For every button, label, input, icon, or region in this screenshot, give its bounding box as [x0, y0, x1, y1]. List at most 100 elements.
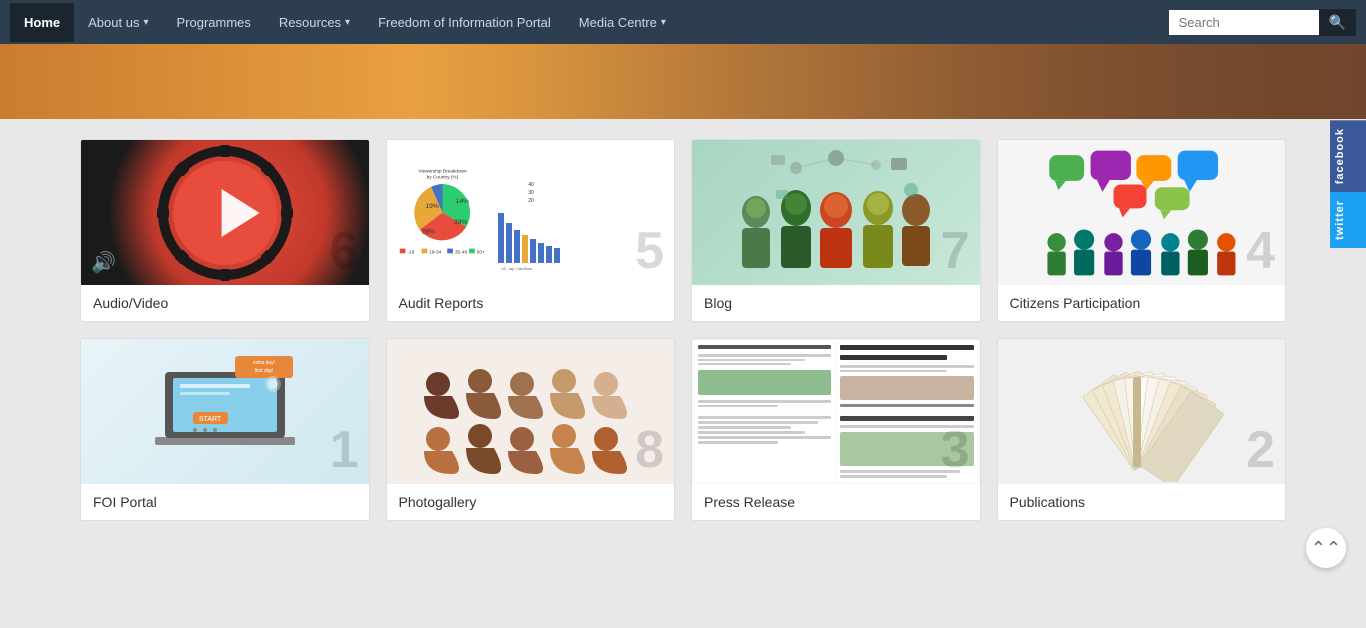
svg-text:18-34: 18-34	[429, 249, 442, 255]
press-line	[698, 431, 805, 434]
citizen-background	[998, 140, 1286, 285]
press-line	[840, 425, 973, 428]
svg-text:28%: 28%	[421, 228, 434, 235]
card-audit-reports[interactable]: Viewership Breakdown by Country (%) 14%	[386, 139, 676, 322]
search-input[interactable]	[1169, 10, 1319, 35]
press-line	[840, 475, 947, 478]
card-audio-video[interactable]: 🔊 6 Audio/Video	[80, 139, 370, 322]
pub-background	[998, 339, 1286, 484]
svg-text:39%: 39%	[453, 219, 466, 226]
card-img-press: 3	[692, 339, 980, 484]
press-line	[840, 404, 973, 407]
press-line	[698, 400, 831, 402]
press-line	[698, 405, 778, 407]
nav-item-resources[interactable]: Resources ▾	[265, 3, 364, 42]
press-cell-2	[836, 341, 977, 411]
card-label-foi: FOI Portal	[81, 484, 369, 520]
press-headline-2	[840, 345, 973, 350]
press-headline-4	[840, 416, 973, 421]
press-line	[698, 441, 778, 444]
svg-text:Braz: Braz	[524, 266, 532, 271]
press-line	[698, 363, 791, 365]
card-img-audit: Viewership Breakdown by Country (%) 14%	[387, 140, 675, 285]
press-line	[840, 370, 947, 373]
svg-text:Can: Can	[516, 266, 523, 271]
chevron-down-icon: ▾	[143, 17, 148, 28]
svg-text:30: 30	[528, 190, 534, 196]
nav-item-foi[interactable]: Freedom of Information Portal	[364, 3, 565, 42]
chevron-down-icon: ▾	[661, 17, 666, 28]
press-image-3	[840, 432, 973, 466]
nav-item-programmes[interactable]: Programmes	[162, 3, 264, 42]
card-blog[interactable]: 7 Blog	[691, 139, 981, 322]
press-line	[698, 426, 791, 429]
card-label-citizens: Citizens Participation	[998, 285, 1286, 321]
press-cell-1	[694, 341, 835, 411]
photo-background	[387, 339, 675, 484]
svg-text:-18: -18	[407, 249, 414, 255]
svg-text:Jap: Jap	[508, 266, 515, 271]
pie-chart: Viewership Breakdown by Country (%) 14%	[395, 165, 490, 260]
social-sidebar: facebook twitter	[1330, 120, 1366, 248]
svg-text:Viewership Breakdown: Viewership Breakdown	[418, 169, 467, 175]
press-cell-3	[694, 412, 835, 482]
svg-text:US: US	[501, 266, 507, 271]
svg-text:START: START	[199, 416, 222, 423]
card-label-press: Press Release	[692, 484, 980, 520]
press-line	[840, 365, 973, 368]
blog-background	[692, 140, 980, 285]
bar-chart: 40 30 20	[496, 148, 667, 277]
scroll-to-top-button[interactable]: ⌃⌃	[1306, 528, 1346, 568]
nav-item-media[interactable]: Media Centre ▾	[565, 3, 680, 42]
card-img-photo: 8	[387, 339, 675, 484]
card-label-av: Audio/Video	[81, 285, 369, 321]
hero-overlay	[546, 44, 1366, 119]
card-img-blog: 7	[692, 140, 980, 285]
av-background: 🔊	[81, 140, 369, 285]
card-img-pub: 2	[998, 339, 1286, 484]
card-citizens[interactable]: 4 Citizens Participation	[997, 139, 1287, 322]
svg-text:by Country (%): by Country (%)	[426, 174, 458, 180]
card-grid-row1: 🔊 6 Audio/Video Viewership Breakdown by …	[80, 139, 1286, 322]
facebook-button[interactable]: facebook	[1330, 120, 1366, 192]
press-line	[840, 470, 960, 473]
nav-item-home[interactable]: Home	[10, 3, 74, 42]
chevron-down-icon: ▾	[345, 17, 350, 28]
press-headline-3	[840, 355, 947, 360]
audit-background: Viewership Breakdown by Country (%) 14%	[387, 140, 675, 285]
search-button[interactable]: 🔍	[1319, 9, 1356, 36]
card-publications[interactable]: 2 Publications	[997, 338, 1287, 521]
card-img-av: 🔊 6	[81, 140, 369, 285]
svg-text:19%: 19%	[425, 203, 438, 210]
svg-text:20: 20	[528, 198, 534, 204]
svg-text:14%: 14%	[455, 198, 468, 205]
press-background	[692, 339, 980, 484]
card-press-release[interactable]: 3 Press Release	[691, 338, 981, 521]
press-line	[698, 354, 831, 356]
foi-background: START extra day! first day!	[81, 339, 369, 484]
hero-banner	[0, 44, 1366, 119]
navigation: Home About us ▾ Programmes Resources ▾ F…	[0, 0, 1366, 44]
speaker-icon: 🔊	[91, 250, 116, 275]
card-grid-row2: START extra day! first day! 1	[80, 338, 1286, 521]
svg-text:35-49: 35-49	[454, 249, 467, 255]
nav-items: Home About us ▾ Programmes Resources ▾ F…	[10, 3, 1169, 42]
press-cell-4	[836, 412, 977, 482]
card-foi-portal[interactable]: START extra day! first day! 1	[80, 338, 370, 521]
svg-text:extra day!: extra day!	[253, 360, 275, 366]
card-label-audit: Audit Reports	[387, 285, 675, 321]
card-label-photo: Photogallery	[387, 484, 675, 520]
press-headline-1	[698, 345, 831, 349]
twitter-button[interactable]: twitter	[1330, 192, 1366, 248]
press-line	[698, 359, 805, 361]
press-line	[698, 436, 831, 439]
press-line	[698, 416, 831, 419]
card-photogallery[interactable]: 8 Photogallery	[386, 338, 676, 521]
chevron-up-icon: ⌃⌃	[1311, 538, 1341, 559]
svg-text:first day!: first day!	[254, 368, 273, 374]
search-form: 🔍	[1169, 9, 1356, 36]
press-image-2	[840, 376, 973, 400]
card-img-citizens: 4	[998, 140, 1286, 285]
card-label-pub: Publications	[998, 484, 1286, 520]
nav-item-about[interactable]: About us ▾	[74, 3, 162, 42]
